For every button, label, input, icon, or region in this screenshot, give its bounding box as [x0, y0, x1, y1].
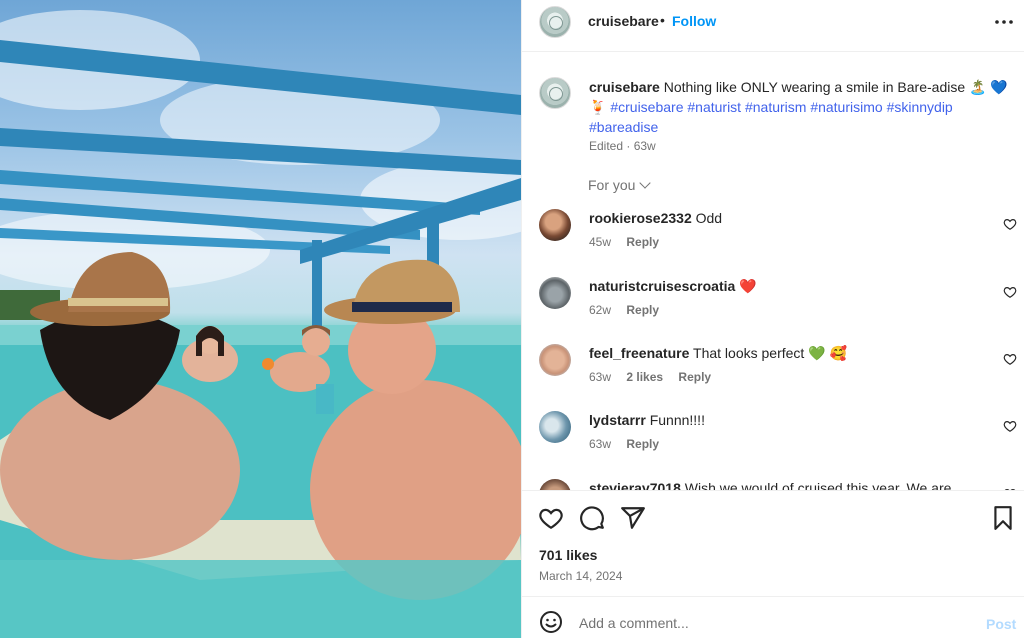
comment-text: feel_freenature That looks perfect 💚 🥰 [589, 344, 969, 362]
commenter-avatar[interactable] [539, 479, 571, 490]
comment-like-heart-icon[interactable] [1003, 285, 1017, 299]
comment-body: Odd [695, 210, 723, 226]
comment-body: That looks perfect 💚 🥰 [693, 345, 847, 361]
bookmark-icon[interactable] [990, 505, 1016, 531]
comment-text: lydstarrr Funnn!!!! [589, 411, 969, 429]
commenter-avatar[interactable] [539, 277, 571, 309]
author-avatar[interactable] [539, 6, 571, 38]
follow-button[interactable]: Follow [672, 13, 716, 29]
post-date: March 14, 2024 [539, 569, 623, 583]
comment-body: Wish we would of cruised this year. We a… [684, 480, 952, 490]
comment-like-heart-icon[interactable] [1003, 352, 1017, 366]
comment-meta: 63w 2 likes Reply [589, 370, 723, 384]
for-you-label: For you [588, 177, 636, 193]
comment-item: lydstarrr Funnn!!!! 63w Reply [522, 409, 1024, 469]
comment-time: 63w [589, 370, 612, 384]
comment-time: 45w [589, 235, 612, 249]
comment-item: stevieray7018 Wish we would of cruised t… [522, 477, 1024, 490]
comment-meta: 62w Reply [589, 303, 671, 317]
reply-button[interactable]: Reply [626, 235, 659, 249]
comment-body: Funnn!!!! [649, 412, 705, 428]
comment-item: rookierose2332 Odd 45w Reply [522, 207, 1024, 267]
reply-button[interactable]: Reply [626, 437, 659, 451]
comment-like-heart-icon[interactable] [1003, 419, 1017, 433]
caption-username[interactable]: cruisebare [589, 79, 660, 95]
comment-meta: 63w Reply [589, 437, 671, 451]
commenter-avatar[interactable] [539, 344, 571, 376]
post-image [0, 0, 521, 638]
comment-meta: 45w Reply [589, 235, 671, 249]
for-you-filter[interactable]: For you [588, 177, 652, 193]
heart-icon[interactable] [538, 505, 564, 531]
comment-likes-count[interactable]: 2 likes [626, 370, 663, 384]
caption-emoji: 🍹 [589, 99, 607, 115]
chevron-down-icon [639, 177, 652, 189]
caption-avatar[interactable] [539, 77, 571, 109]
commenter-username[interactable]: lydstarrr [589, 412, 646, 428]
add-comment-bar: Post [522, 596, 1024, 638]
caption-hashtags[interactable]: #cruisebare #naturist #naturism #naturis… [589, 99, 953, 135]
caption-meta: Edited · 63w [589, 139, 656, 153]
comment-text: stevieray7018 Wish we would of cruised t… [589, 479, 969, 490]
reply-button[interactable]: Reply [678, 370, 711, 384]
share-icon[interactable] [620, 505, 646, 531]
comment-like-heart-icon[interactable] [1003, 217, 1017, 231]
comment-body: ❤️ [739, 278, 757, 294]
more-icon [995, 20, 1013, 24]
caption-body: Nothing like ONLY wearing a smile in Bar… [663, 79, 1008, 95]
post-comment-button[interactable]: Post [986, 616, 1016, 632]
comment-text: rookierose2332 Odd [589, 209, 969, 227]
post-actions: 701 likes March 14, 2024 [522, 490, 1024, 596]
commenter-username[interactable]: naturistcruisescroatia [589, 278, 735, 294]
comment-text: naturistcruisescroatia ❤️ [589, 277, 969, 295]
emoji-icon[interactable] [539, 610, 563, 634]
commenter-username[interactable]: rookierose2332 [589, 210, 692, 226]
commenter-username[interactable]: stevieray7018 [589, 480, 681, 490]
commenter-avatar[interactable] [539, 209, 571, 241]
comment-input[interactable] [579, 608, 959, 638]
author-username[interactable]: cruisebare [588, 13, 659, 29]
comment-time: 63w [589, 437, 612, 451]
likes-count[interactable]: 701 likes [539, 547, 597, 563]
commenter-avatar[interactable] [539, 411, 571, 443]
comment-time: 62w [589, 303, 612, 317]
reply-button[interactable]: Reply [626, 303, 659, 317]
comment-icon[interactable] [579, 505, 605, 531]
more-options-icon[interactable] [992, 10, 1016, 40]
comments-section[interactable]: cruisebare Nothing like ONLY wearing a s… [522, 53, 1024, 490]
post-detail-panel: cruisebare • Follow cruisebare Nothing l… [521, 0, 1024, 638]
post-header: cruisebare • Follow [522, 0, 1024, 52]
post-photo-illustration [0, 10, 521, 638]
comment-item: naturistcruisescroatia ❤️ 62w Reply [522, 275, 1024, 335]
caption-text: cruisebare Nothing like ONLY wearing a s… [589, 77, 1009, 137]
comment-item: feel_freenature That looks perfect 💚 🥰 6… [522, 342, 1024, 402]
separator-dot: • [660, 12, 665, 28]
commenter-username[interactable]: feel_freenature [589, 345, 689, 361]
